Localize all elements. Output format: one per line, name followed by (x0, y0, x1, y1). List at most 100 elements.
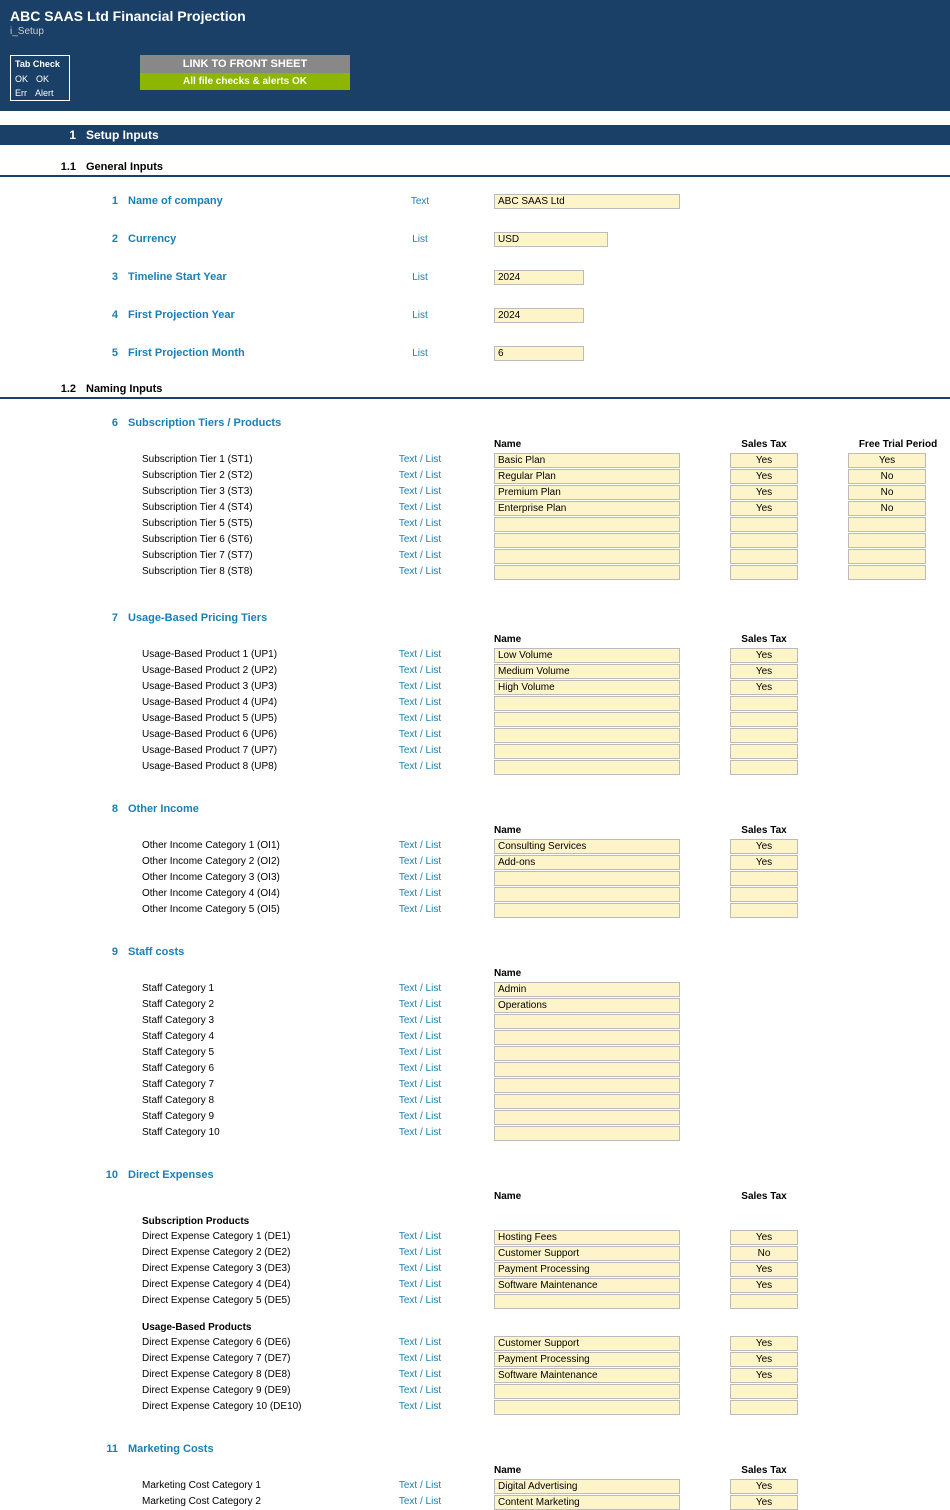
group-header-row: 10 Direct Expenses (0, 1161, 950, 1189)
name-input[interactable]: Medium Volume (494, 664, 680, 679)
tax-input[interactable] (730, 549, 798, 564)
tax-input[interactable]: Yes (730, 485, 798, 500)
name-input[interactable]: Basic Plan (494, 453, 680, 468)
name-input[interactable] (494, 744, 680, 759)
name-input[interactable]: Digital Advertising (494, 1479, 680, 1494)
input-field[interactable]: 2024 (494, 308, 584, 323)
tax-input[interactable]: Yes (730, 1230, 798, 1245)
tax-input[interactable] (730, 696, 798, 711)
tax-input[interactable] (730, 1400, 798, 1415)
tax-input[interactable]: Yes (730, 1368, 798, 1383)
name-input[interactable]: High Volume (494, 680, 680, 695)
name-input[interactable]: Operations (494, 998, 680, 1013)
tax-input[interactable] (730, 903, 798, 918)
tax-input[interactable]: Yes (730, 469, 798, 484)
trial-input[interactable] (848, 517, 926, 532)
name-input[interactable]: Customer Support (494, 1246, 680, 1261)
input-field[interactable]: USD (494, 232, 608, 247)
input-field[interactable]: ABC SAAS Ltd (494, 194, 680, 209)
name-input[interactable]: Admin (494, 982, 680, 997)
link-front-sheet-button[interactable]: LINK TO FRONT SHEET (140, 55, 350, 73)
tax-input[interactable] (730, 728, 798, 743)
tax-input[interactable]: Yes (730, 1262, 798, 1277)
name-input[interactable]: Software Maintenance (494, 1278, 680, 1293)
tax-input[interactable] (730, 871, 798, 886)
name-input[interactable] (494, 760, 680, 775)
name-input[interactable] (494, 1014, 680, 1029)
name-input[interactable] (494, 728, 680, 743)
trial-input[interactable] (848, 533, 926, 548)
name-input[interactable] (494, 887, 680, 902)
name-input[interactable]: Regular Plan (494, 469, 680, 484)
tax-input[interactable]: Yes (730, 1336, 798, 1351)
name-input[interactable] (494, 533, 680, 548)
trial-input[interactable]: No (848, 469, 926, 484)
tax-input[interactable]: Yes (730, 1479, 798, 1494)
row-type: Text / List (346, 665, 494, 677)
tax-input[interactable]: Yes (730, 1495, 798, 1510)
trial-input[interactable] (848, 565, 926, 580)
section-number: 1 (8, 128, 86, 142)
name-input[interactable] (494, 1046, 680, 1061)
tax-input[interactable]: Yes (730, 1278, 798, 1293)
tax-input[interactable]: Yes (730, 648, 798, 663)
name-input[interactable] (494, 1062, 680, 1077)
tax-input[interactable]: Yes (730, 1352, 798, 1367)
name-input[interactable] (494, 1384, 680, 1399)
name-input[interactable]: Enterprise Plan (494, 501, 680, 516)
input-field[interactable]: 6 (494, 346, 584, 361)
name-input[interactable]: Premium Plan (494, 485, 680, 500)
tax-input[interactable] (730, 712, 798, 727)
section-header: 1 Setup Inputs (0, 125, 950, 145)
trial-input[interactable] (848, 549, 926, 564)
name-input[interactable]: Payment Processing (494, 1262, 680, 1277)
input-field[interactable]: 2024 (494, 270, 584, 285)
name-input[interactable] (494, 871, 680, 886)
trial-input[interactable]: No (848, 501, 926, 516)
tax-input[interactable] (730, 744, 798, 759)
tax-input[interactable]: Yes (730, 839, 798, 854)
name-input[interactable] (494, 517, 680, 532)
tax-input[interactable]: Yes (730, 664, 798, 679)
name-input[interactable] (494, 903, 680, 918)
name-input[interactable]: Add-ons (494, 855, 680, 870)
row-type: Text / List (346, 1353, 494, 1365)
tax-input[interactable] (730, 533, 798, 548)
tax-input[interactable]: No (730, 1246, 798, 1261)
name-input[interactable] (494, 712, 680, 727)
name-input[interactable]: Hosting Fees (494, 1230, 680, 1245)
name-input[interactable]: Consulting Services (494, 839, 680, 854)
name-input[interactable] (494, 1078, 680, 1093)
name-input[interactable]: Software Maintenance (494, 1368, 680, 1383)
table-row: Subscription Tier 6 (ST6) Text / List (0, 532, 950, 548)
tax-input[interactable] (730, 760, 798, 775)
name-input[interactable] (494, 565, 680, 580)
name-input[interactable] (494, 1030, 680, 1045)
name-input[interactable] (494, 1400, 680, 1415)
row-type: Text / List (346, 566, 494, 578)
name-input[interactable] (494, 1126, 680, 1141)
tax-input[interactable]: Yes (730, 680, 798, 695)
name-input[interactable] (494, 1110, 680, 1125)
tax-input[interactable] (730, 565, 798, 580)
tax-input[interactable] (730, 1294, 798, 1309)
row-label: Subscription Tier 4 (ST4) (128, 502, 346, 514)
tax-input[interactable] (730, 1384, 798, 1399)
trial-input[interactable]: Yes (848, 453, 926, 468)
name-input[interactable] (494, 549, 680, 564)
name-input[interactable]: Content Marketing (494, 1495, 680, 1510)
trial-input[interactable]: No (848, 485, 926, 500)
table-row: Usage-Based Product 8 (UP8) Text / List (0, 759, 950, 775)
tax-input[interactable] (730, 517, 798, 532)
name-input[interactable] (494, 1294, 680, 1309)
tax-input[interactable]: Yes (730, 855, 798, 870)
name-input[interactable]: Low Volume (494, 648, 680, 663)
name-input[interactable] (494, 696, 680, 711)
tax-input[interactable]: Yes (730, 501, 798, 516)
row-label: Usage-Based Pricing Tiers (128, 612, 346, 624)
name-input[interactable]: Payment Processing (494, 1352, 680, 1367)
tax-input[interactable]: Yes (730, 453, 798, 468)
name-input[interactable] (494, 1094, 680, 1109)
tax-input[interactable] (730, 887, 798, 902)
name-input[interactable]: Customer Support (494, 1336, 680, 1351)
